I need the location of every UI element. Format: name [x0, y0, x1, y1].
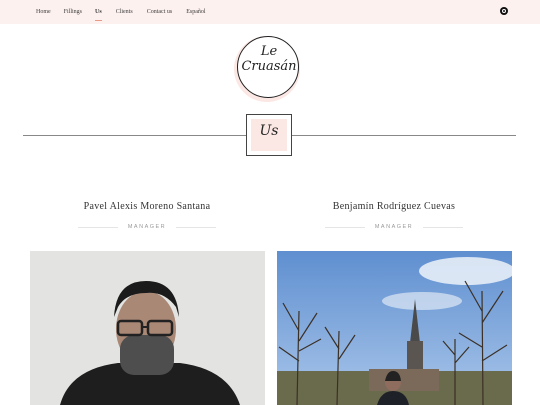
logo-text: Le Cruasán	[234, 44, 304, 74]
top-nav-bar: Home Fillings Us Clients Contact us Espa…	[0, 0, 540, 24]
member-2-name: Benjamín Rodríguez Cuevas	[332, 201, 456, 212]
logo-line-1: Le	[260, 44, 278, 59]
member-1-photo	[30, 251, 265, 405]
member-1-name: Pavel Alexis Moreno Santana	[83, 201, 211, 212]
member-2-role-line-right	[423, 227, 463, 228]
nav-contact-us[interactable]: Contact us	[147, 0, 173, 24]
member-1-role-line-right	[176, 227, 216, 228]
section-rule-right	[292, 135, 516, 136]
nav-clients[interactable]: Clients	[116, 0, 133, 24]
logo-line-2: Cruasán	[241, 59, 297, 74]
nav-espanol[interactable]: Español	[186, 0, 205, 24]
member-2-photo	[277, 251, 512, 405]
nav-home[interactable]: Home	[36, 0, 51, 24]
main-nav: Home Fillings Us Clients Contact us Espa…	[36, 0, 206, 24]
section-title-box: Us	[246, 114, 292, 156]
nav-us[interactable]: Us	[95, 0, 102, 24]
instagram-icon[interactable]	[500, 7, 508, 15]
site-logo[interactable]: Le Cruasán	[234, 34, 304, 104]
section-rule-left	[23, 135, 246, 136]
nav-fillings[interactable]: Fillings	[64, 0, 82, 24]
section-title: Us	[259, 123, 279, 139]
